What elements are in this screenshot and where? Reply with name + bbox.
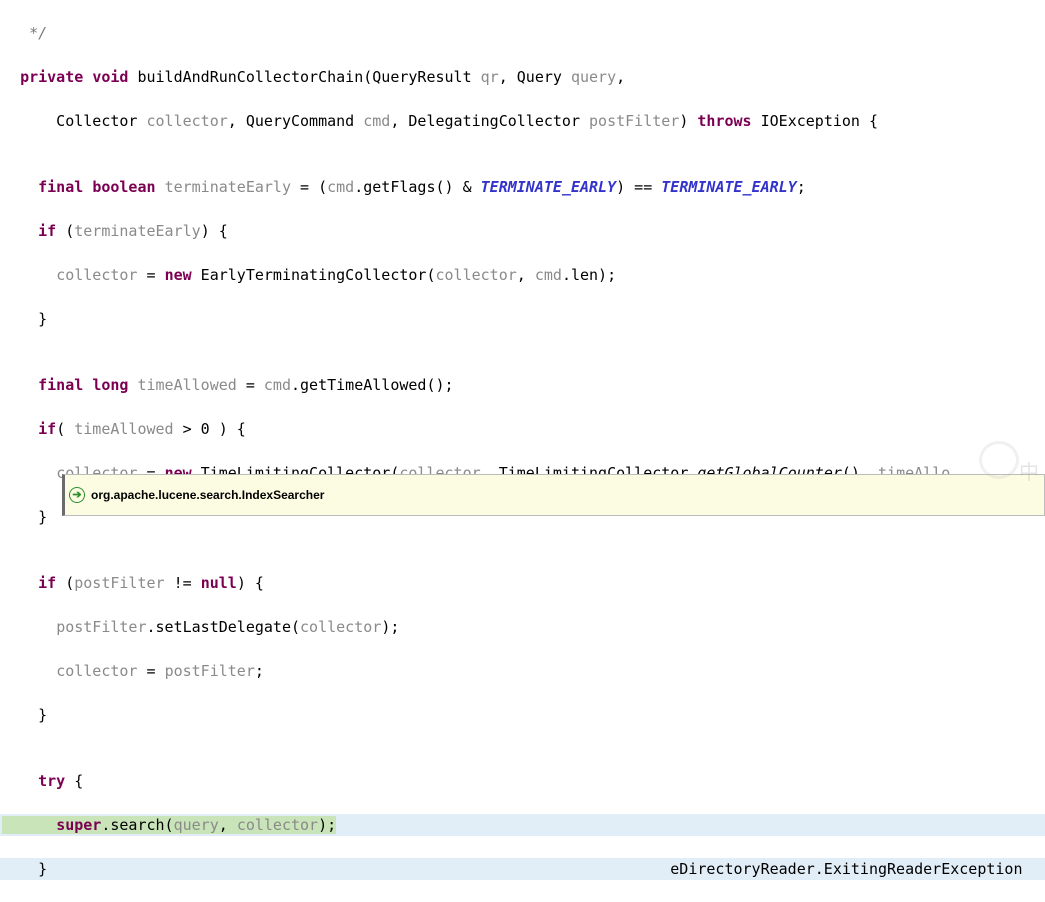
code-line: if (terminateEarly) { [0, 220, 1045, 242]
code-line: final boolean terminateEarly = (cmd.getF… [0, 176, 1045, 198]
code-line: Collector collector, QueryCommand cmd, D… [0, 110, 1045, 132]
code-line: } [0, 704, 1045, 726]
code-line: } [0, 308, 1045, 330]
code-line: final long timeAllowed = cmd.getTimeAllo… [0, 374, 1045, 396]
code-line: try { [0, 770, 1045, 792]
code-line: private void buildAndRunCollectorChain(Q… [0, 66, 1045, 88]
code-line: collector = postFilter; [0, 660, 1045, 682]
reference-tooltip[interactable]: ➔ org.apache.lucene.search.IndexSearcher [62, 474, 1045, 516]
code-line-selected: super.search(query, collector); [0, 814, 1045, 836]
code-line: collector = new EarlyTerminatingCollecto… [0, 264, 1045, 286]
code-line: } eDirectoryReader.ExitingReaderExceptio… [0, 858, 1045, 880]
watermark: 中 [979, 441, 1039, 486]
tooltip-text: org.apache.lucene.search.IndexSearcher [91, 484, 324, 506]
code-editor[interactable]: */ private void buildAndRunCollectorChai… [0, 0, 1045, 516]
code-line: if (postFilter != null) { [0, 572, 1045, 594]
code-line: if( timeAllowed > 0 ) { [0, 418, 1045, 440]
code-line: postFilter.setLastDelegate(collector); [0, 616, 1045, 638]
code-line: */ [0, 22, 1045, 44]
arrow-circle-icon: ➔ [69, 487, 85, 503]
